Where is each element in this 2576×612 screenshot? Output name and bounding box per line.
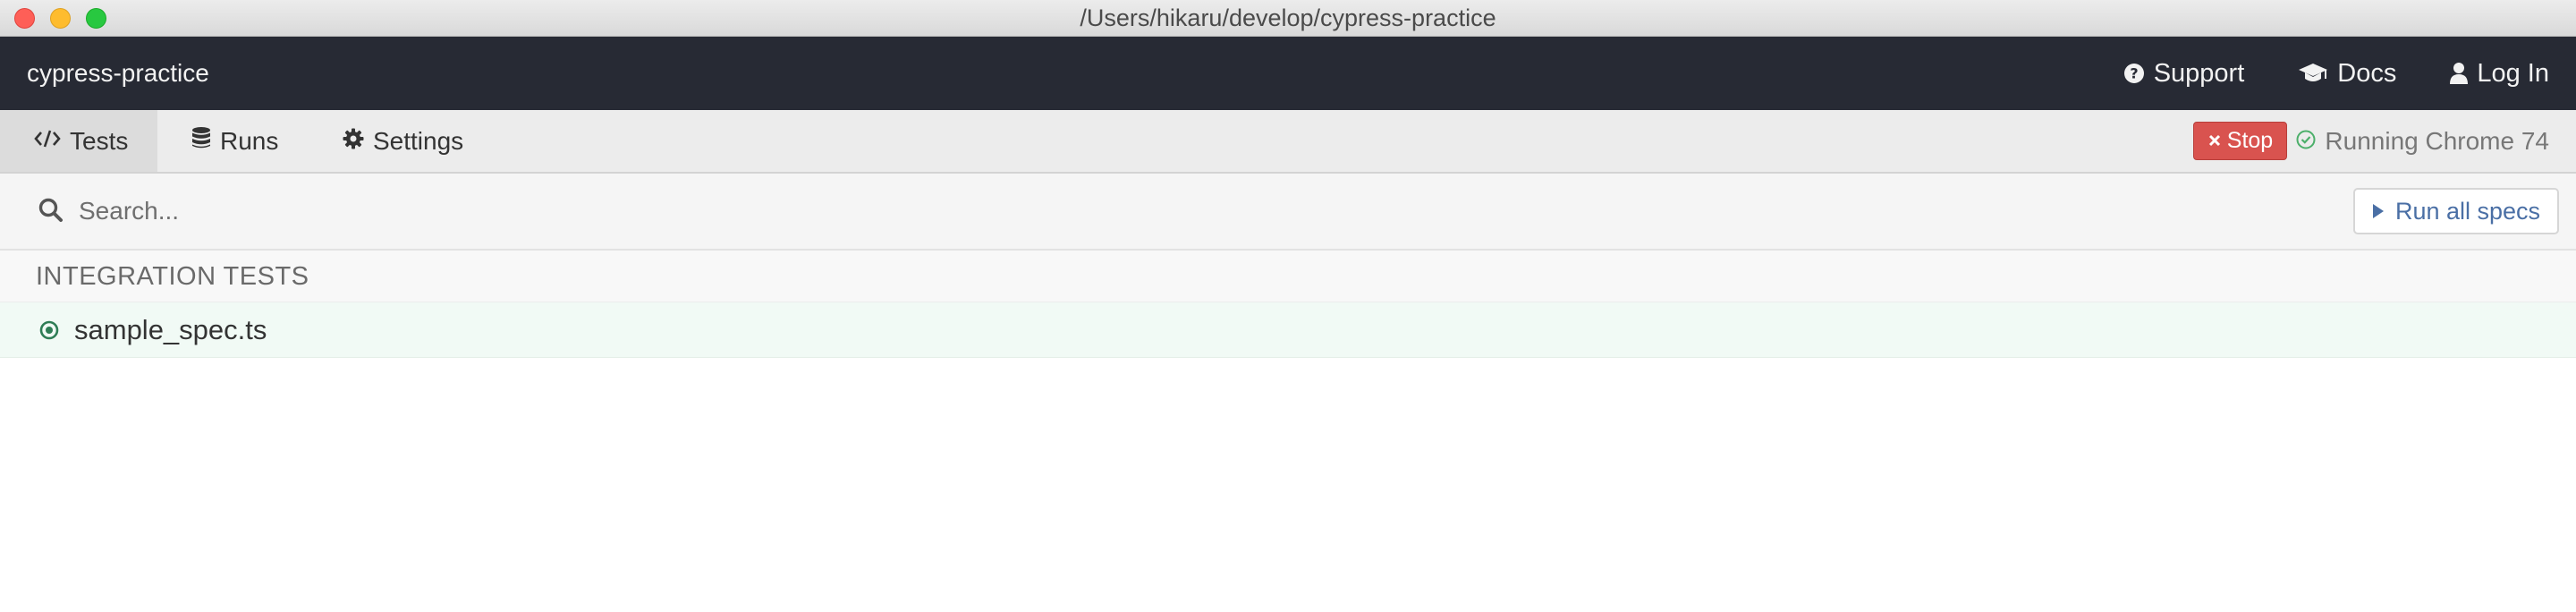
header-links: ? Support Docs Log In xyxy=(2123,37,2549,110)
tab-runs-label: Runs xyxy=(220,126,279,155)
login-link[interactable]: Log In xyxy=(2450,59,2549,89)
spec-search-bar: Run all specs xyxy=(0,174,2576,251)
section-title: INTEGRATION TESTS xyxy=(36,262,309,291)
app-header: cypress-practice ? Support Docs Log In xyxy=(0,37,2576,110)
times-icon xyxy=(2207,128,2222,154)
stop-button[interactable]: Stop xyxy=(2193,122,2287,160)
running-status-label: Running Chrome 74 xyxy=(2325,126,2549,155)
user-icon xyxy=(2450,62,2469,85)
integration-tests-header: INTEGRATION TESTS xyxy=(0,251,2576,302)
gear-icon xyxy=(343,127,364,156)
tab-runs[interactable]: Runs xyxy=(191,110,278,172)
tab-settings-label: Settings xyxy=(373,126,464,155)
tab-settings[interactable]: Settings xyxy=(343,110,463,172)
support-link-label: Support xyxy=(2153,58,2245,88)
nav-tabs: Tests Runs Settings Stop Running Chrome … xyxy=(0,110,2576,174)
login-link-label: Log In xyxy=(2477,58,2549,88)
stop-button-label: Stop xyxy=(2226,128,2274,153)
spec-name: sample_spec.ts xyxy=(74,314,267,345)
running-status: Running Chrome 74 xyxy=(2296,110,2549,172)
code-icon xyxy=(34,127,61,156)
check-circle-icon xyxy=(2296,127,2316,156)
window-title: /Users/hikaru/develop/cypress-practice xyxy=(1080,4,1496,31)
dot-circle-icon xyxy=(39,320,59,344)
play-icon xyxy=(2372,198,2385,225)
question-circle-icon: ? xyxy=(2123,63,2145,84)
tab-tests-label: Tests xyxy=(70,126,129,155)
support-link[interactable]: ? Support xyxy=(2123,58,2245,89)
docs-link-label: Docs xyxy=(2337,58,2397,88)
window-titlebar: /Users/hikaru/develop/cypress-practice xyxy=(0,0,2576,37)
project-name: cypress-practice xyxy=(27,59,209,87)
graduation-cap-icon xyxy=(2298,62,2328,85)
run-all-specs-button[interactable]: Run all specs xyxy=(2353,188,2559,234)
docs-link[interactable]: Docs xyxy=(2298,59,2396,89)
svg-text:?: ? xyxy=(2130,65,2138,82)
run-all-specs-label: Run all specs xyxy=(2394,197,2541,225)
search-input[interactable] xyxy=(79,191,1420,231)
spec-item[interactable]: sample_spec.ts xyxy=(0,302,2576,358)
tab-tests[interactable]: Tests xyxy=(0,110,157,172)
search-icon xyxy=(38,197,64,228)
database-icon xyxy=(191,126,211,156)
